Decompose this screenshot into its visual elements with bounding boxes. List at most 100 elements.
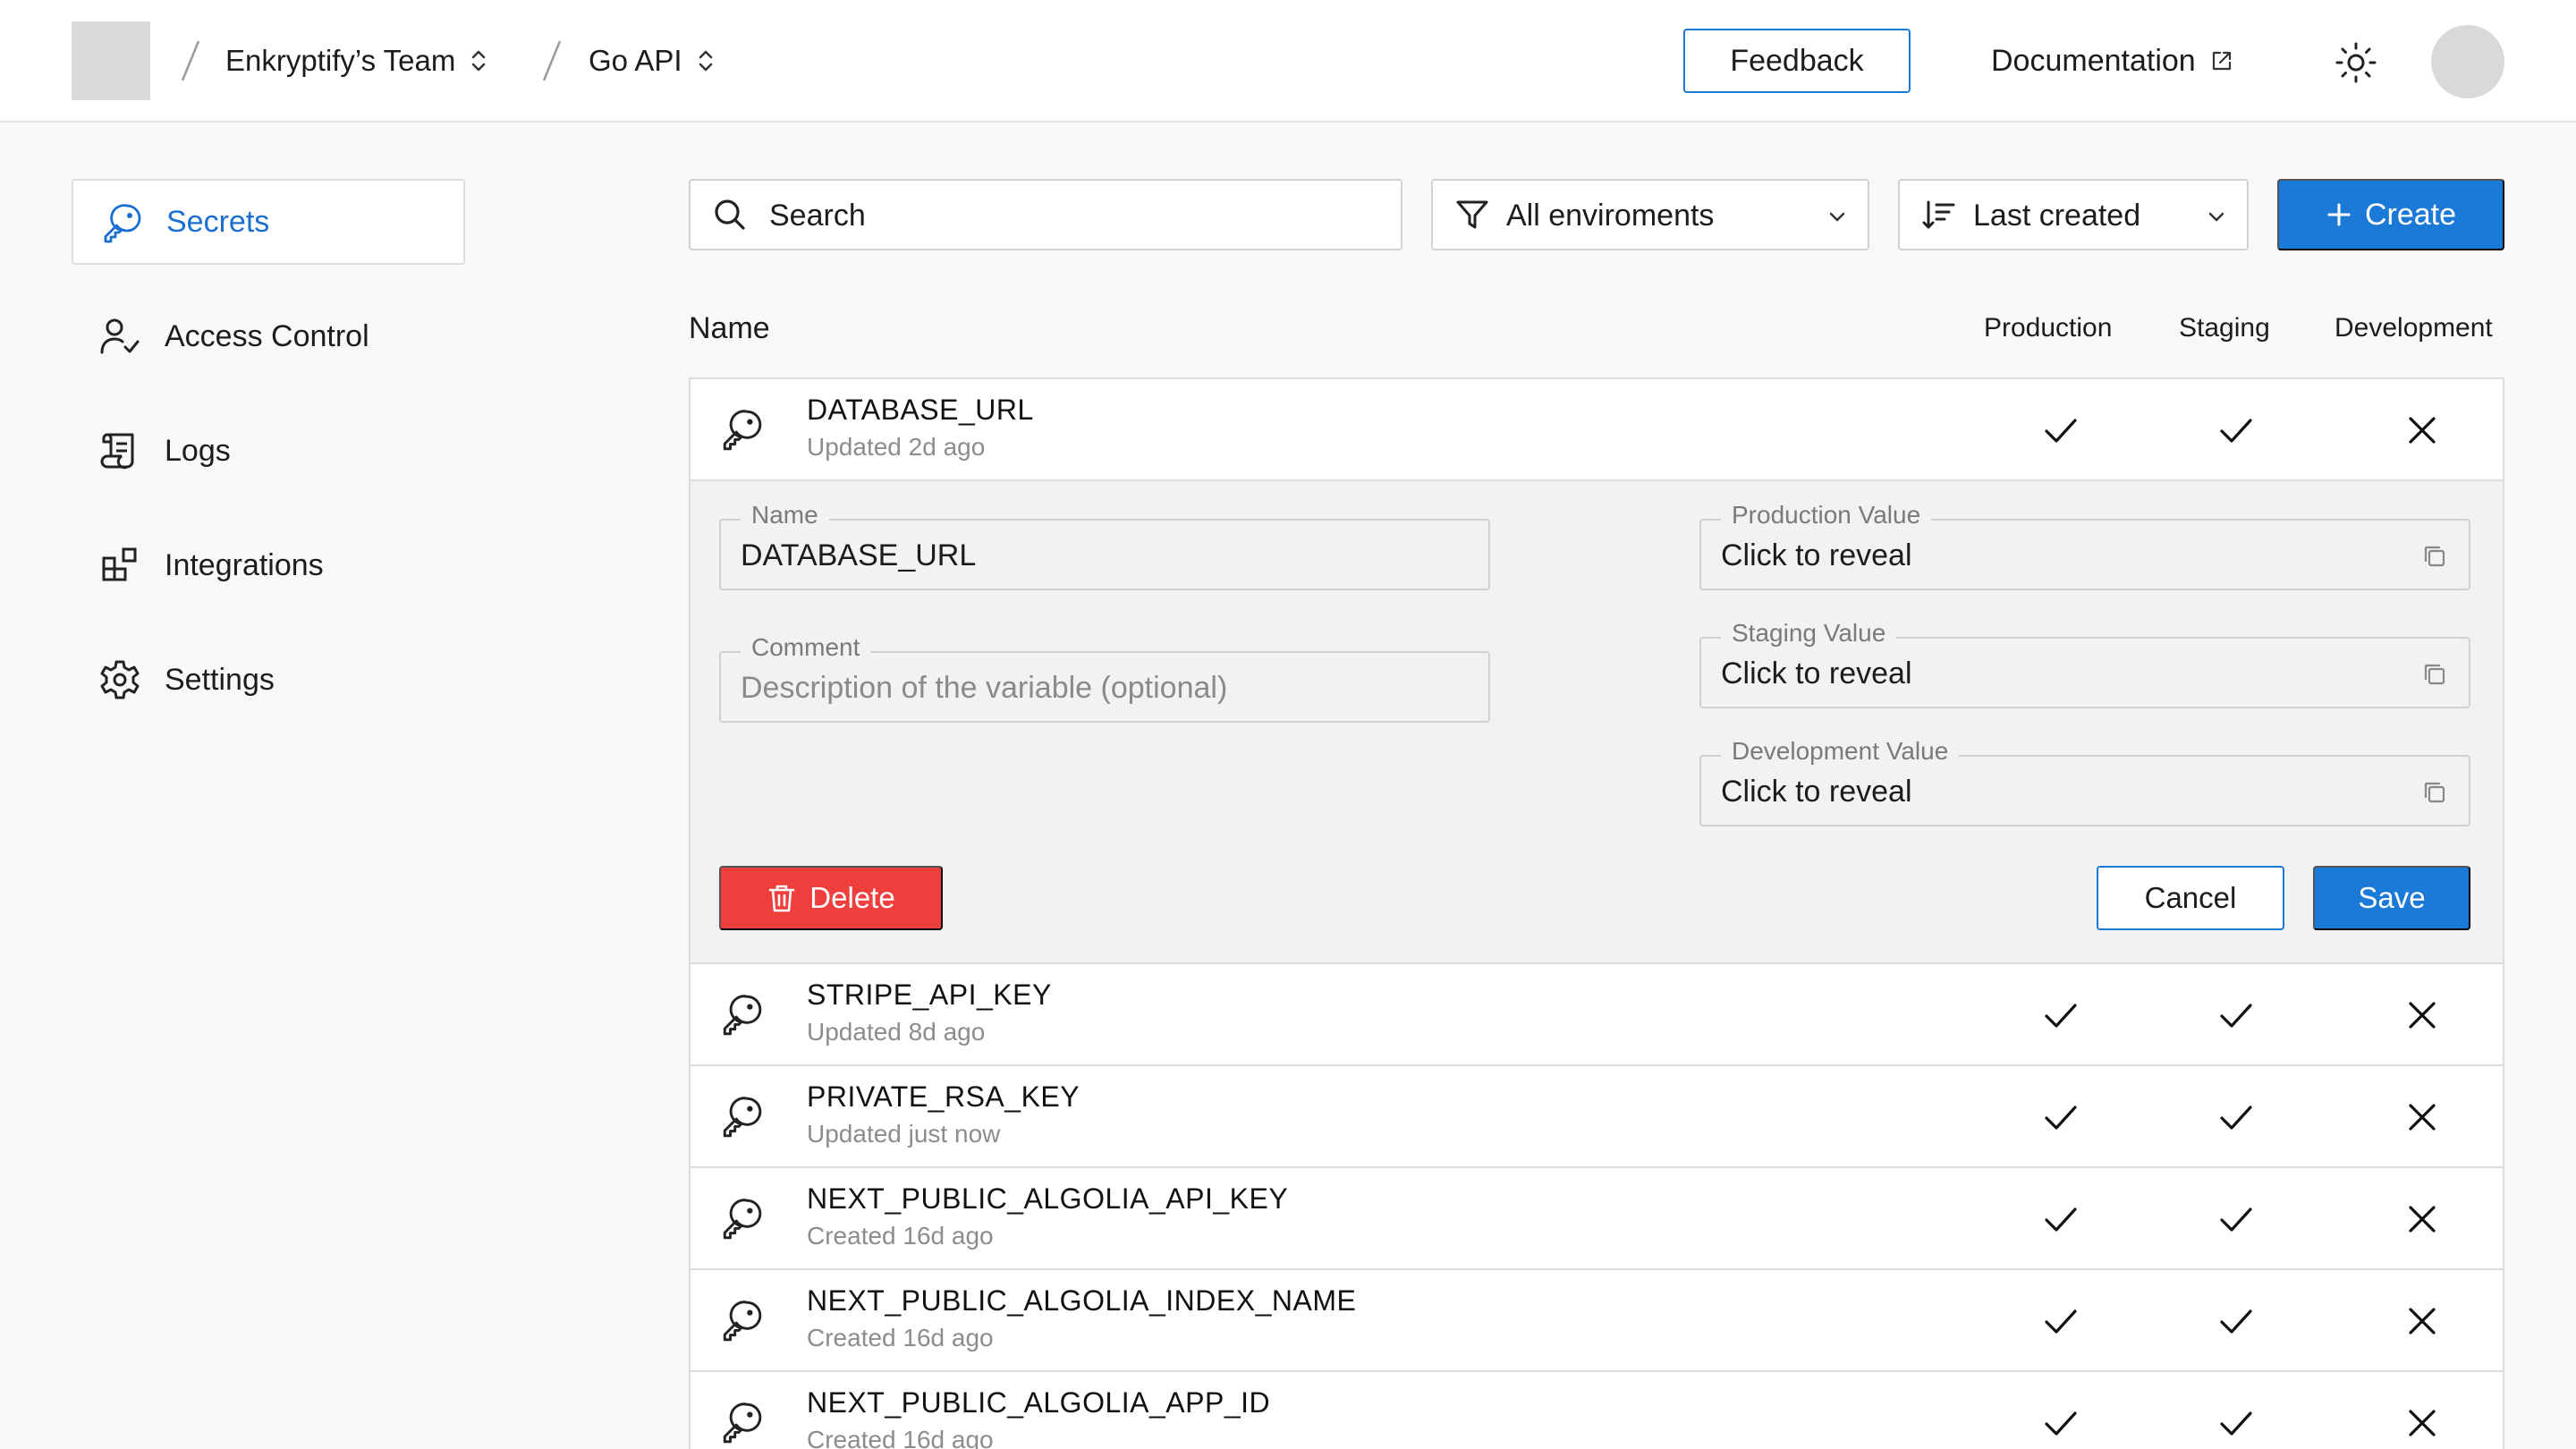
chevron-down-icon	[2208, 212, 2224, 222]
environment-filter-select[interactable]: All enviroments	[1431, 179, 1869, 250]
x-icon	[2409, 1308, 2436, 1335]
development-value-field[interactable]: Development Value Click to reveal	[1699, 737, 2470, 826]
secret-name: NEXT_PUBLIC_ALGOLIA_INDEX_NAME	[807, 1284, 1357, 1317]
chevron-up-down-icon	[699, 50, 712, 72]
secret-updated: Created 16d ago	[807, 1324, 994, 1352]
table-row[interactable]: PRIVATE_RSA_KEY Updated just now	[691, 1066, 2503, 1168]
project-switcher[interactable]: Go API	[589, 39, 715, 82]
production-value-field[interactable]: Production Value Click to reveal	[1699, 501, 2470, 590]
table-row[interactable]: DATABASE_URL Updated 2d ago	[691, 379, 2503, 481]
production-value-text: Click to reveal	[1721, 538, 1912, 572]
external-link-icon	[2212, 51, 2231, 71]
sidebar-item-label: Integrations	[165, 547, 324, 582]
check-icon	[2045, 419, 2077, 443]
sun-icon[interactable]	[2334, 41, 2377, 84]
sort-value: Last created	[1973, 199, 2141, 233]
name-field[interactable]: Name DATABASE_URL	[719, 501, 1490, 590]
search-icon	[715, 199, 745, 230]
check-icon	[2220, 1106, 2252, 1130]
column-header-development: Development	[2334, 313, 2493, 343]
breadcrumb-separator	[181, 40, 200, 81]
search-input[interactable]: Search	[689, 179, 1402, 250]
secret-name: STRIPE_API_KEY	[807, 979, 1052, 1011]
check-icon	[2045, 1208, 2077, 1232]
name-field-value: DATABASE_URL	[741, 538, 977, 572]
secrets-table: DATABASE_URL Updated 2d ago Name DATABAS…	[689, 377, 2504, 1449]
staging-value-field[interactable]: Staging Value Click to reveal	[1699, 619, 2470, 708]
logo[interactable]	[72, 21, 150, 100]
secret-name: NEXT_PUBLIC_ALGOLIA_API_KEY	[807, 1182, 1289, 1215]
table-row[interactable]: NEXT_PUBLIC_ALGOLIA_APP_ID Created 16d a…	[691, 1372, 2503, 1449]
copy-icon[interactable]	[2420, 778, 2449, 807]
search-placeholder: Search	[769, 199, 866, 233]
check-icon	[2220, 1208, 2252, 1232]
copy-icon[interactable]	[2420, 660, 2449, 689]
avatar[interactable]	[2431, 25, 2504, 98]
staging-value-label: Staging Value	[1721, 619, 1897, 648]
sidebar-item-integrations[interactable]: Integrations	[72, 522, 465, 608]
x-icon	[2409, 417, 2436, 444]
secret-updated: Created 16d ago	[807, 1222, 994, 1250]
save-button[interactable]: Save	[2313, 866, 2470, 930]
documentation-link[interactable]: Documentation	[1991, 39, 2235, 82]
table-row[interactable]: NEXT_PUBLIC_ALGOLIA_API_KEY Created 16d …	[691, 1168, 2503, 1270]
team-name: Enkryptify’s Team	[225, 44, 456, 77]
scroll-icon	[100, 433, 134, 470]
chevron-down-icon	[1829, 212, 1845, 222]
column-header-production: Production	[1984, 313, 2113, 343]
create-button-label: Create	[2364, 197, 2457, 232]
filter-icon	[1456, 200, 1488, 229]
comment-field-placeholder: Description of the variable (optional)	[741, 671, 1228, 705]
create-button[interactable]: Create	[2277, 179, 2504, 250]
cancel-button[interactable]: Cancel	[2097, 866, 2284, 930]
key-icon	[723, 1402, 762, 1444]
sort-select[interactable]: Last created	[1898, 179, 2249, 250]
secret-editor-panel: Name DATABASE_URL Comment Description of…	[691, 481, 2503, 964]
check-icon	[2220, 1004, 2252, 1028]
key-icon	[104, 204, 141, 243]
secret-name: DATABASE_URL	[807, 394, 1034, 426]
project-name: Go API	[589, 44, 682, 77]
check-icon	[2045, 1004, 2077, 1028]
secret-updated: Updated 8d ago	[807, 1018, 986, 1046]
team-switcher[interactable]: Enkryptify’s Team	[225, 39, 487, 82]
check-icon	[2045, 1411, 2077, 1436]
sort-icon	[1922, 200, 1955, 229]
check-icon	[2220, 1309, 2252, 1334]
sidebar-item-label: Secrets	[166, 204, 270, 239]
copy-icon[interactable]	[2420, 542, 2449, 571]
delete-button[interactable]: Delete	[719, 866, 943, 930]
gear-icon	[100, 660, 140, 699]
chevron-up-down-icon	[472, 50, 486, 72]
sidebar-item-label: Access Control	[165, 318, 369, 353]
table-row[interactable]: NEXT_PUBLIC_ALGOLIA_INDEX_NAME Created 1…	[691, 1270, 2503, 1372]
x-icon	[2409, 1104, 2436, 1131]
sidebar-item-logs[interactable]: Logs	[72, 408, 465, 494]
development-value-text: Click to reveal	[1721, 775, 1912, 809]
feedback-button[interactable]: Feedback	[1683, 29, 1911, 93]
comment-field[interactable]: Comment Description of the variable (opt…	[719, 633, 1490, 723]
blocks-icon	[102, 547, 137, 581]
production-value-label: Production Value	[1721, 501, 1932, 530]
plus-icon	[2327, 203, 2351, 226]
environment-filter-value: All enviroments	[1506, 199, 1715, 233]
key-icon	[723, 1301, 762, 1342]
column-header-staging: Staging	[2179, 313, 2270, 343]
column-header-name: Name	[689, 311, 770, 345]
x-icon	[2409, 1002, 2436, 1029]
comment-field-label: Comment	[741, 633, 871, 662]
sidebar-item-label: Logs	[165, 433, 231, 468]
top-bar: Enkryptify’s Team Go API Feedback Docume…	[0, 0, 2576, 123]
check-icon	[2220, 419, 2252, 443]
check-icon	[2045, 1309, 2077, 1334]
sidebar-item-settings[interactable]: Settings	[72, 637, 465, 723]
key-icon	[723, 1097, 762, 1138]
development-value-label: Development Value	[1721, 737, 1960, 766]
x-icon	[2409, 1206, 2436, 1233]
staging-value-text: Click to reveal	[1721, 657, 1912, 691]
delete-button-label: Delete	[809, 881, 895, 914]
sidebar-item-secrets[interactable]: Secrets	[72, 179, 465, 265]
table-row[interactable]: STRIPE_API_KEY Updated 8d ago	[691, 964, 2503, 1066]
sidebar-item-access-control[interactable]: Access Control	[72, 293, 465, 379]
documentation-label: Documentation	[1991, 43, 2196, 78]
